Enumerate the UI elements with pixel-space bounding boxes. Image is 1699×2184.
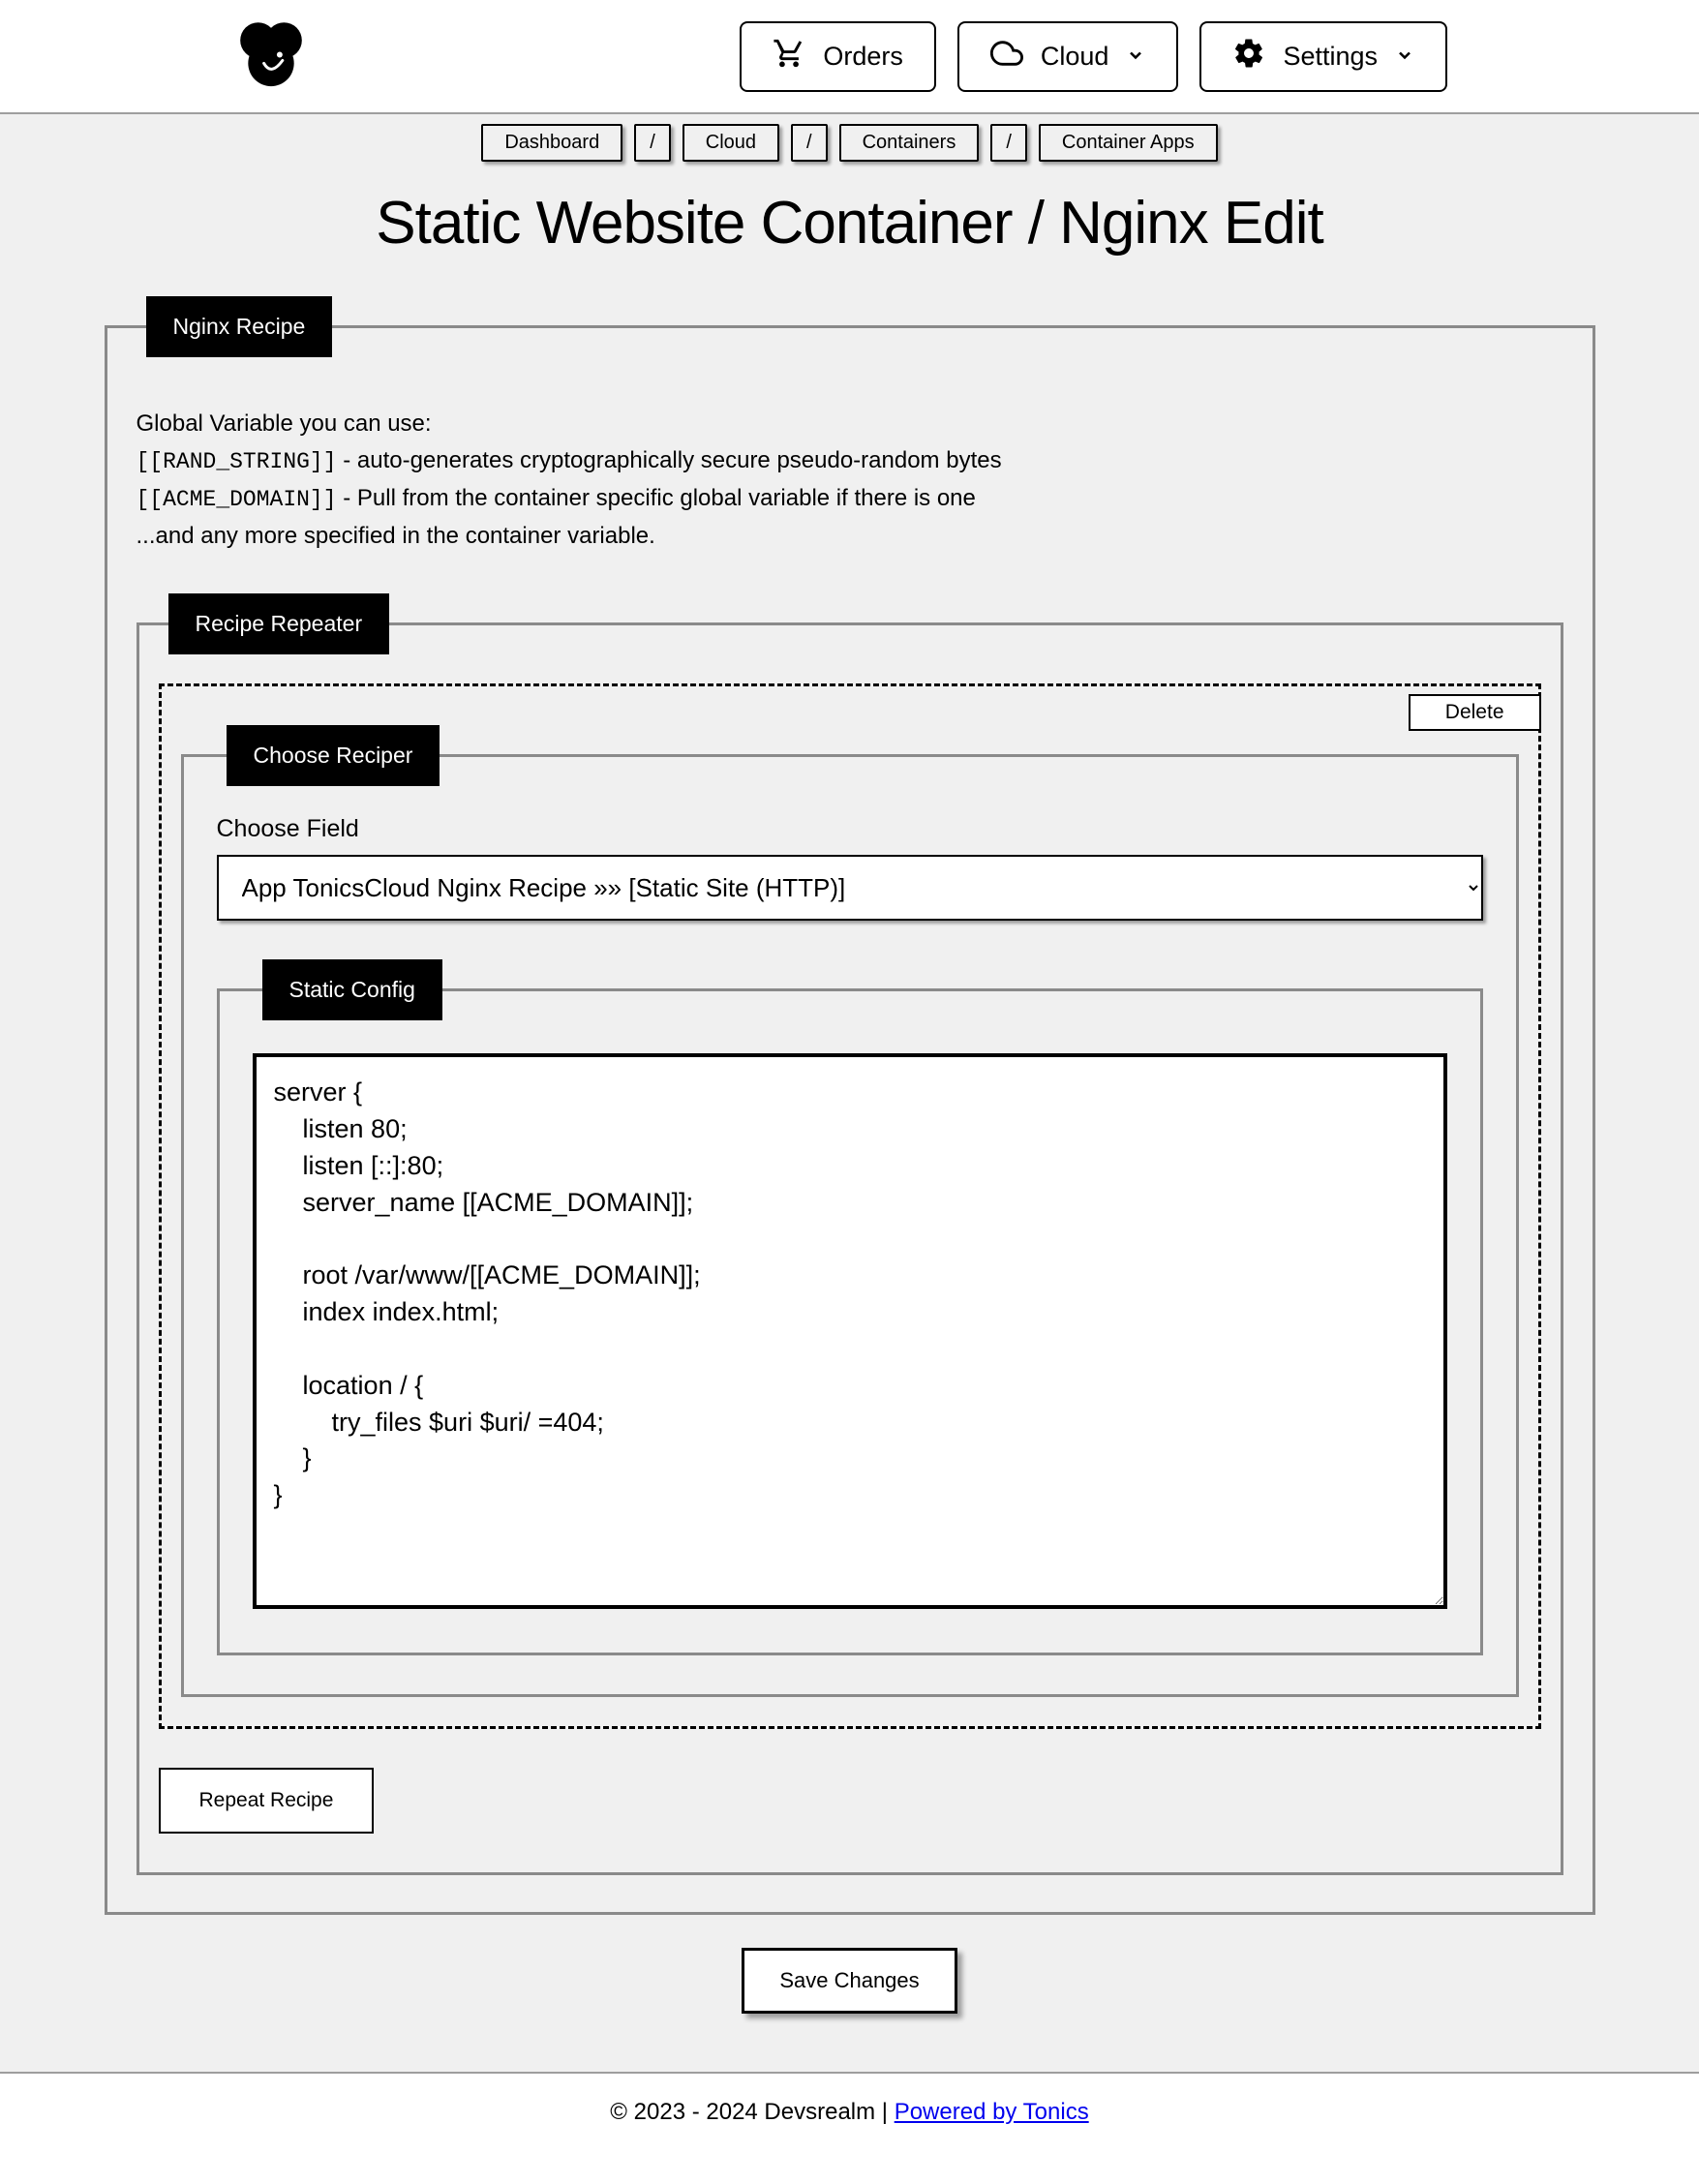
- repeater-item: Delete Choose Reciper Choose Field App T…: [159, 683, 1541, 1728]
- recipe-select[interactable]: App TonicsCloud Nginx Recipe »» [Static …: [219, 857, 1481, 919]
- gear-icon: [1232, 37, 1265, 76]
- footer-copyright: © 2023 - 2024 Devsrealm |: [610, 2099, 894, 2125]
- help-intro: Global Variable you can use:: [137, 406, 1563, 442]
- breadcrumb-separator: /: [634, 124, 671, 162]
- static-config-fieldset: Static Config: [217, 959, 1483, 1654]
- choose-reciper-fieldset: Choose Reciper Choose Field App TonicsCl…: [181, 725, 1519, 1696]
- static-config-legend: Static Config: [262, 959, 442, 1020]
- cloud-icon: [990, 37, 1023, 76]
- top-header: Orders Cloud Settings: [0, 0, 1699, 114]
- help-acme-text: - Pull from the container specific globa…: [337, 485, 976, 511]
- config-textarea[interactable]: [253, 1053, 1447, 1608]
- cloud-label: Cloud: [1041, 42, 1109, 72]
- repeat-recipe-button[interactable]: Repeat Recipe: [159, 1768, 375, 1834]
- footer: © 2023 - 2024 Devsrealm | Powered by Ton…: [0, 2072, 1699, 2184]
- breadcrumb-separator: /: [791, 124, 828, 162]
- orders-button[interactable]: Orders: [740, 21, 936, 92]
- breadcrumb-cloud[interactable]: Cloud: [683, 124, 779, 162]
- help-more: ...and any more specified in the contain…: [137, 518, 1563, 555]
- help-rand-code: [[RAND_STRING]]: [137, 449, 337, 474]
- help-acme-code: [[ACME_DOMAIN]]: [137, 487, 337, 512]
- nginx-recipe-legend: Nginx Recipe: [146, 296, 333, 357]
- chevron-down-icon: [1126, 42, 1145, 72]
- page-title: Static Website Container / Nginx Edit: [0, 189, 1699, 258]
- breadcrumb-container-apps[interactable]: Container Apps: [1039, 124, 1218, 162]
- settings-button[interactable]: Settings: [1199, 21, 1447, 92]
- recipe-repeater-legend: Recipe Repeater: [168, 593, 390, 654]
- nginx-recipe-fieldset: Nginx Recipe Global Variable you can use…: [105, 296, 1595, 1915]
- cart-icon: [773, 37, 805, 76]
- breadcrumb-containers[interactable]: Containers: [839, 124, 980, 162]
- help-rand-text: - auto-generates cryptographically secur…: [337, 447, 1002, 473]
- breadcrumb-separator: /: [990, 124, 1027, 162]
- save-changes-button[interactable]: Save Changes: [742, 1948, 956, 2014]
- choose-reciper-legend: Choose Reciper: [227, 725, 440, 786]
- footer-link[interactable]: Powered by Tonics: [895, 2099, 1089, 2125]
- cloud-button[interactable]: Cloud: [957, 21, 1179, 92]
- chevron-down-icon: [1395, 42, 1414, 72]
- choose-field-label: Choose Field: [217, 815, 1483, 843]
- logo[interactable]: [232, 17, 310, 95]
- breadcrumb-dashboard[interactable]: Dashboard: [481, 124, 622, 162]
- help-text: Global Variable you can use: [[RAND_STRI…: [137, 406, 1563, 555]
- orders-label: Orders: [823, 42, 903, 72]
- recipe-repeater-fieldset: Recipe Repeater Delete Choose Reciper Ch…: [137, 593, 1563, 1874]
- breadcrumb: Dashboard / Cloud / Containers / Contain…: [0, 124, 1699, 162]
- settings-label: Settings: [1283, 42, 1378, 72]
